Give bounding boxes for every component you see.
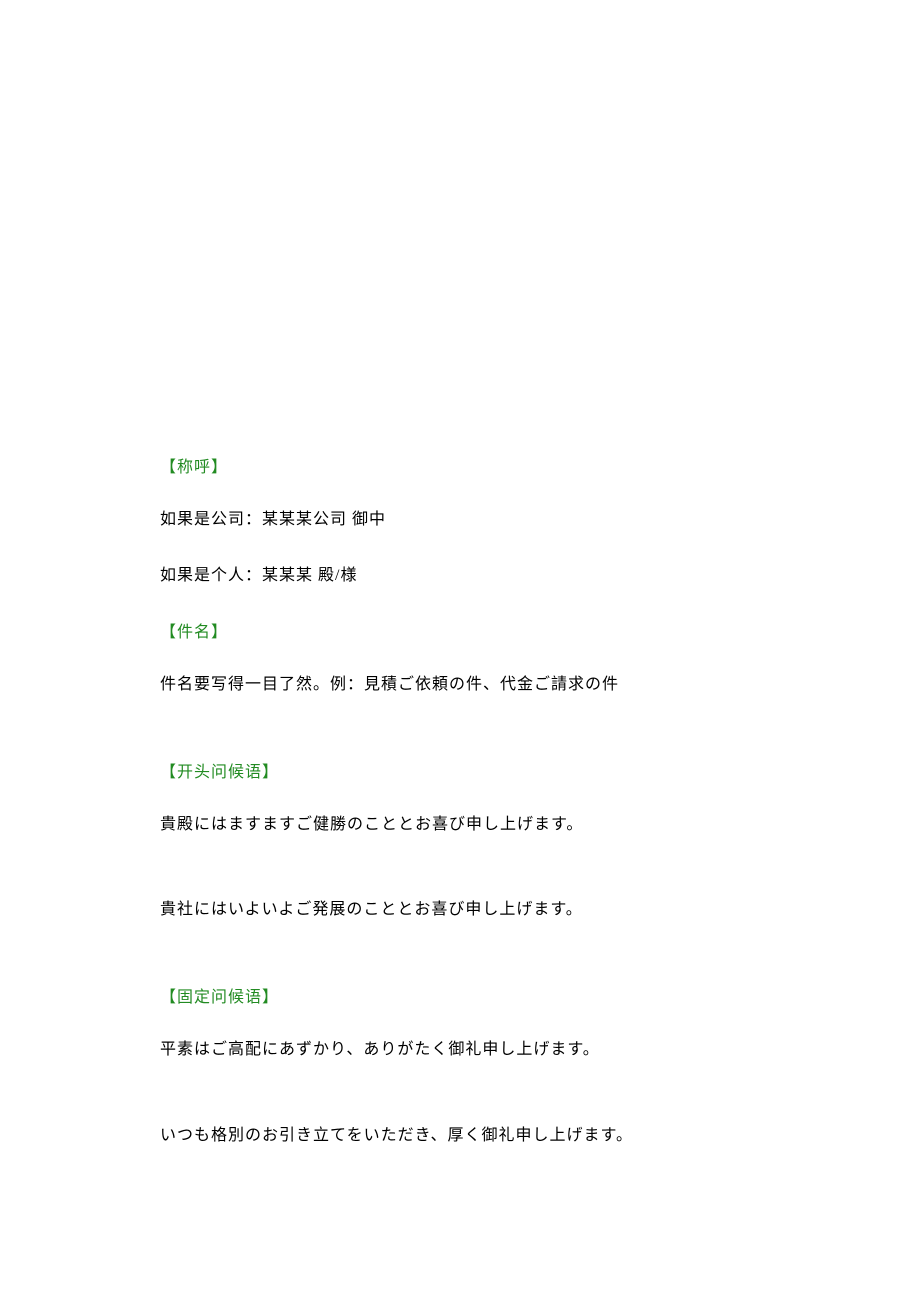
section-heading-fixed-greeting: 【固定问候语】: [160, 983, 820, 1007]
body-text: 貴社にはいよいよご発展のこととお喜び申し上げます。: [160, 897, 820, 923]
section-heading-salutation: 【称呼】: [160, 453, 820, 477]
body-text: 平素はご高配にあずかり、ありがたく御礼申し上げます。: [160, 1037, 820, 1063]
body-text: 件名要写得一目了然。例：見積ご依頼の件、代金ご請求の件: [160, 672, 820, 698]
body-text: いつも格別のお引き立てをいただき、厚く御礼申し上げます。: [160, 1123, 820, 1149]
body-text: 如果是个人：某某某 殿/様: [160, 563, 820, 589]
section-heading-opening-greeting: 【开头问候语】: [160, 758, 820, 782]
body-text: 貴殿にはますますご健勝のこととお喜び申し上げます。: [160, 812, 820, 838]
document-content: 【称呼】 如果是公司：某某某公司 御中 如果是个人：某某某 殿/様 【件名】 件…: [160, 453, 820, 1148]
body-text: 如果是公司：某某某公司 御中: [160, 507, 820, 533]
section-heading-subject: 【件名】: [160, 618, 820, 642]
